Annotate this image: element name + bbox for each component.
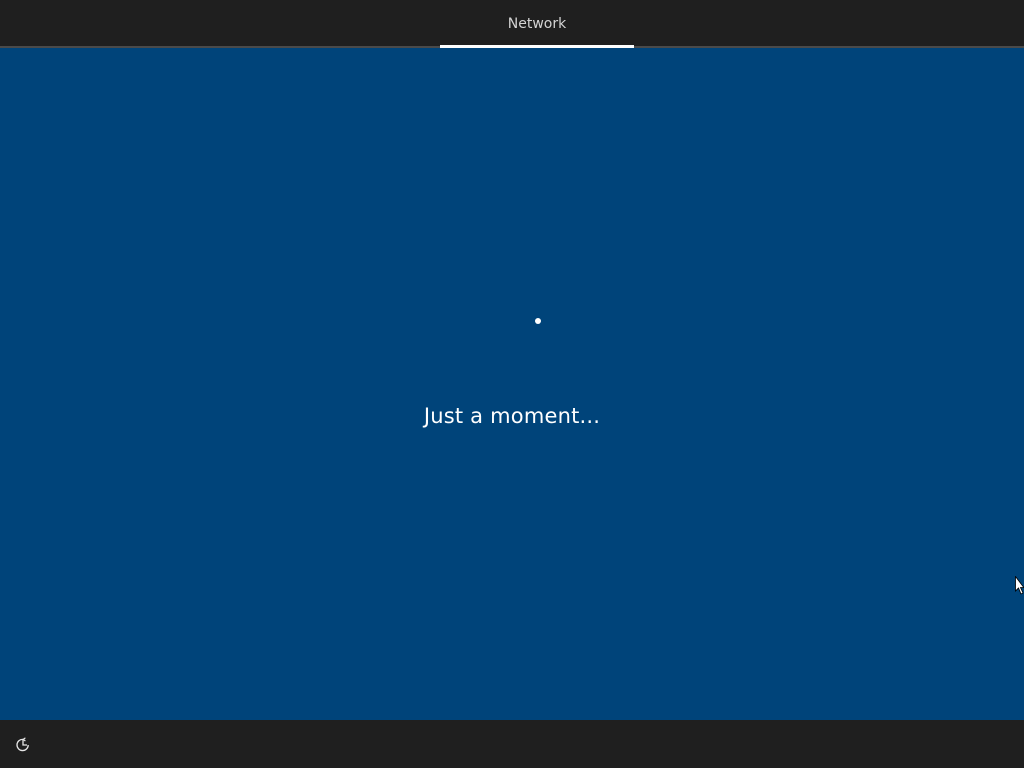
status-message: Just a moment...	[423, 404, 601, 428]
ease-of-access-icon	[16, 737, 29, 752]
top-bar: Network	[0, 0, 1024, 48]
loading-spinner	[535, 318, 541, 324]
bottom-bar	[0, 720, 1024, 768]
step-tab-label: Network	[507, 16, 567, 32]
oobe-screen: Network Just a moment...	[0, 0, 1024, 768]
ease-of-access-button[interactable]	[10, 732, 36, 758]
step-tab-network: Network	[440, 0, 634, 46]
active-step-indicator	[440, 45, 634, 48]
mouse-cursor-icon	[1015, 576, 1024, 595]
